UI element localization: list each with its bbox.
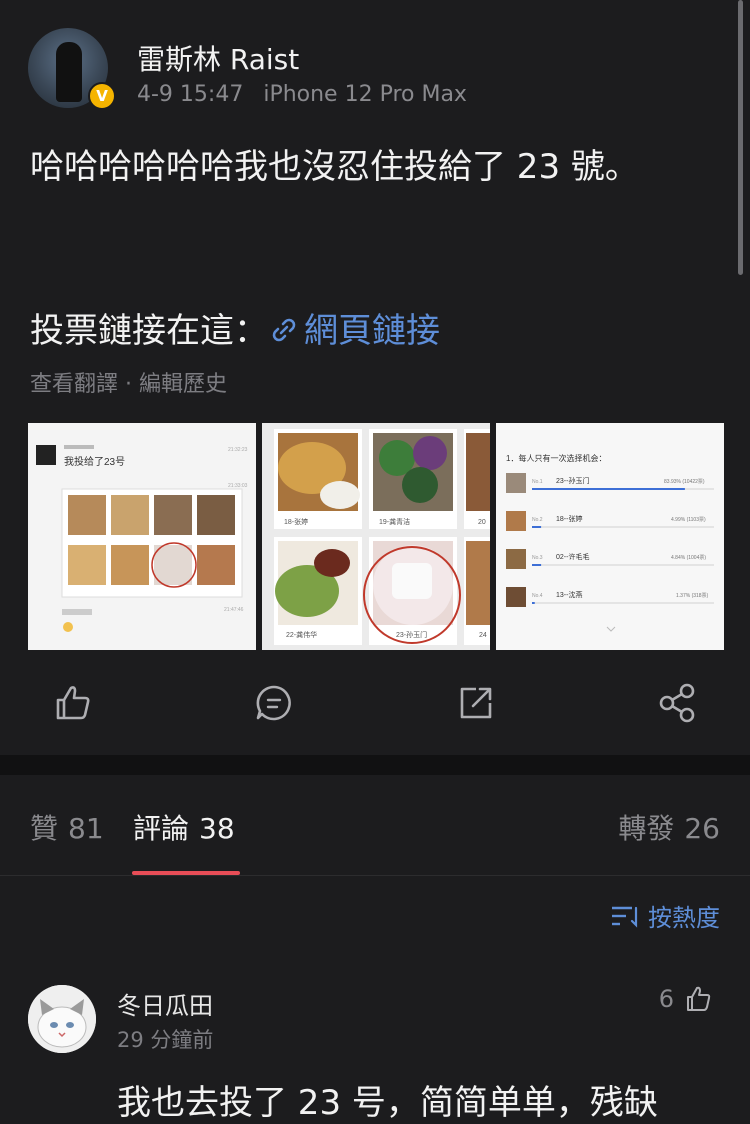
comment-bubble-icon[interactable] [251,680,297,726]
username[interactable]: 雷斯林 Raist [137,38,299,78]
chat-screenshot-image[interactable]: 我投给了23号 21:32:23 21:33:03 21:47:46 [28,423,256,650]
result-bar-1 [532,488,685,490]
chat-time-2: 21:33:03 [228,483,248,489]
result-bar-3 [532,564,542,566]
tab-reposts-label: 轉發 [618,812,675,845]
result-pct-3: 4.84% (1004票) [671,555,706,561]
tab-likes-count: 81 [68,812,104,845]
vote-card-label-19: 19-龚青洁 [379,517,410,526]
sort-label: 按熱度 [648,904,720,932]
tab-comments-count: 38 [199,812,235,845]
chat-time-3: 21:47:46 [224,607,244,613]
comment-like-button[interactable]: 6 [659,984,714,1014]
link-icon [272,318,296,342]
tab-comments-label: 評論 [133,812,190,845]
weibo-post: V 雷斯林 Raist 4-9 15:47 iPhone 12 Pro Max 哈… [0,0,750,755]
vote-link-line: 投票鏈接在這： 網頁鏈接 [30,304,440,359]
cat-avatar-illustration [28,985,96,1053]
tab-comments[interactable]: 評論 38 [133,807,235,847]
chat-line-1: 我投给了23号 [64,455,125,468]
commenter-avatar[interactable] [28,985,96,1053]
tab-reposts[interactable]: 轉發 26 [618,807,720,847]
result-pct-4: 1.37% (318票) [676,593,709,599]
section-divider [0,755,750,775]
scrollbar[interactable] [738,0,743,275]
post-device: iPhone 12 Pro Max [263,82,467,107]
translate-link[interactable]: 查看翻譯 · 編輯歷史 [30,366,227,398]
vote-results-illustration: 1．每人只有一次选择机会： No.1 23--孙玉门 83.93% (10422… [496,423,724,650]
result-bar-4 [532,602,535,604]
chat-time-1: 21:32:23 [228,447,248,453]
result-pct-2: 4.99% (1103票) [671,517,706,523]
vote-link-prefix: 投票鏈接在這： [30,311,268,351]
vote-cards-illustration: 18-张婷 19-龚青洁 20 22-龚伟华 23-孙玉门 24 [262,423,490,650]
tab-likes[interactable]: 贊 81 [30,807,104,847]
web-link-label: 網頁鏈接 [304,311,440,351]
verified-badge-icon: V [88,82,116,110]
tab-likes-label: 贊 [30,812,59,845]
thumb-up-icon[interactable] [50,680,96,726]
post-action-bar [0,680,750,730]
vote-card-label-22: 22-龚伟华 [286,630,317,639]
comment-thumb-up-icon [687,986,711,1011]
chat-screenshot-illustration: 我投给了23号 21:32:23 21:33:03 21:47:46 [28,423,256,650]
result-name-4: 13--沈燕 [556,590,582,599]
result-rank-3: No.3 [532,555,543,561]
result-name-1: 23--孙玉门 [556,476,589,485]
vote-card-label-18: 18-张婷 [284,517,308,526]
vote-card-label-20: 20 [478,519,486,526]
vote-results-image[interactable]: 1．每人只有一次选择机会： No.1 23--孙玉门 83.93% (10422… [496,423,724,650]
comment-like-count: 6 [658,985,674,1013]
vote-card-label-23: 23-孙玉门 [396,630,427,639]
share-nodes-icon[interactable] [655,680,701,726]
sort-by-hotness[interactable]: 按熱度 [610,898,720,933]
results-header: 1．每人只有一次选择机会： [506,453,606,463]
result-name-3: 02--许毛毛 [556,552,589,561]
post-content: 哈哈哈哈哈哈我也沒忍住投給了 23 號。 [30,147,639,187]
post-images: 我投给了23号 21:32:23 21:33:03 21:47:46 18-张婷… [28,423,724,650]
result-rank-1: No.1 [532,479,543,485]
result-rank-4: No.4 [532,593,543,599]
comment-text: 我也去投了 23 号，简简单单，残缺 [117,1083,658,1123]
result-bar-2 [532,526,542,528]
commenter-name[interactable]: 冬日瓜田 [117,986,213,1021]
share-out-icon[interactable] [453,680,499,726]
sort-icon [612,906,638,928]
vote-card-label-24: 24 [479,632,487,639]
interaction-tabs: 贊 81 評論 38 轉發 26 [0,775,750,876]
vote-cards-image[interactable]: 18-张婷 19-龚青洁 20 22-龚伟华 23-孙玉门 24 [262,423,490,650]
tab-reposts-count: 26 [684,812,720,845]
result-rank-2: No.2 [532,517,543,523]
web-link[interactable]: 網頁鏈接 [268,311,440,351]
post-time: 4-9 15:47 [137,82,244,107]
result-name-2: 18--张婷 [556,514,582,523]
comment-time: 29 分鐘前 [117,1028,214,1052]
result-pct-1: 83.93% (10422票) [664,479,705,485]
post-meta: 4-9 15:47 iPhone 12 Pro Max [137,82,467,107]
active-tab-indicator [132,871,240,875]
